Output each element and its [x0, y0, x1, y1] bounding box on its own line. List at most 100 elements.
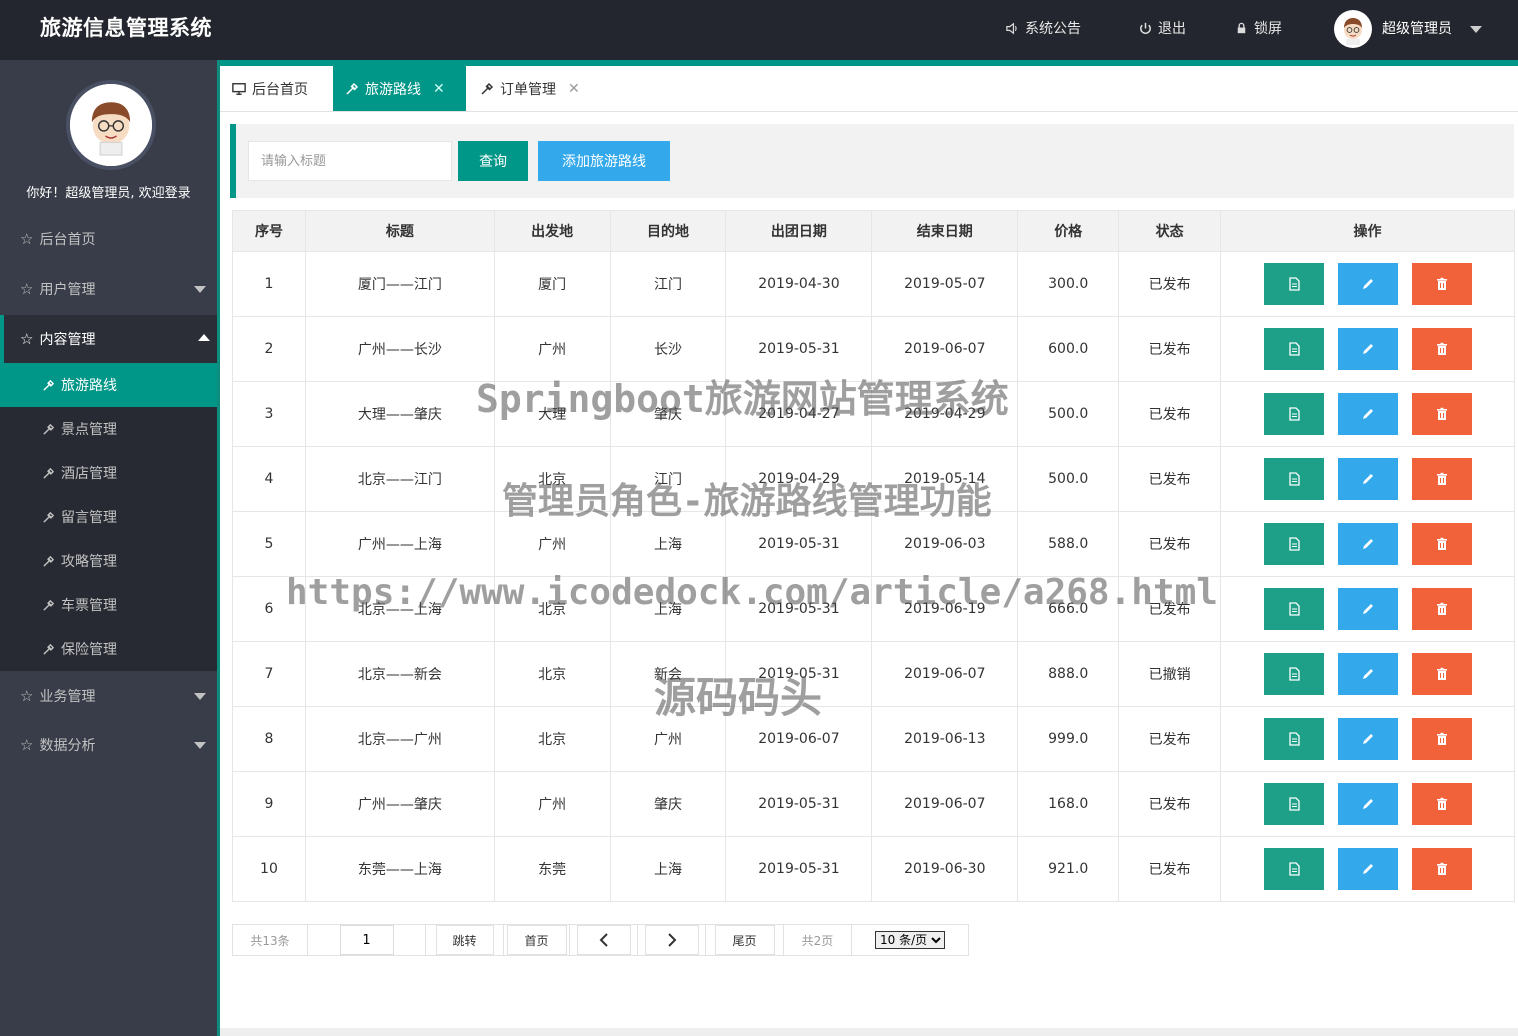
tab-orders[interactable]: 订单管理 ✕: [468, 66, 592, 111]
chevron-down-icon[interactable]: [1470, 26, 1482, 33]
tab-home[interactable]: 后台首页: [220, 66, 320, 111]
table-body: 1 厦门——江门 厦门 江门 2019-04-30 2019-05-07 300.0 已发布 2…: [232, 251, 1515, 902]
routes-table: 序号 标题 出发地 目的地 出团日期 结束日期 价格 状态 操作 1 厦门——江门 厦门 江门 2019…: [232, 210, 1515, 902]
sidebar-subitem-scenic[interactable]: 景点管理: [0, 407, 217, 451]
search-input[interactable]: [248, 141, 452, 181]
sidebar-subitem-messages[interactable]: 留言管理: [0, 495, 217, 539]
table-cell: 北京: [493, 446, 611, 512]
edit-button[interactable]: [1337, 653, 1398, 695]
close-icon[interactable]: ✕: [433, 81, 445, 97]
table-cell: 2019-06-07: [871, 316, 1019, 382]
sidebar-subitem-routes[interactable]: 旅游路线: [0, 363, 217, 407]
table-header-row: 序号 标题 出发地 目的地 出团日期 结束日期 价格 状态 操作: [232, 210, 1515, 252]
pencil-icon: [1362, 474, 1373, 484]
view-button[interactable]: [1263, 393, 1324, 435]
table-cell: 2019-05-31: [725, 836, 873, 902]
page-size-select[interactable]: 10 条/页: [875, 931, 945, 949]
delete-button[interactable]: [1411, 393, 1472, 435]
edit-button[interactable]: [1337, 328, 1398, 370]
delete-button[interactable]: [1411, 783, 1472, 825]
jump-button[interactable]: 跳转: [435, 925, 494, 955]
delete-button[interactable]: [1411, 848, 1472, 890]
delete-button[interactable]: [1411, 653, 1472, 695]
delete-button[interactable]: [1411, 718, 1472, 760]
table-row: 6 北京——上海 北京 上海 2019-05-31 2019-06-19 666.0 已发布: [232, 576, 1515, 642]
sidebar-item-home[interactable]: ☆ 后台首页: [0, 216, 217, 262]
table-cell: 广州: [493, 511, 611, 577]
view-button[interactable]: [1263, 783, 1324, 825]
document-icon: [1288, 602, 1300, 616]
close-icon[interactable]: ✕: [568, 81, 580, 97]
announcement-link[interactable]: 系统公告: [1005, 18, 1081, 38]
first-page-button[interactable]: 首页: [506, 925, 567, 955]
view-button[interactable]: [1263, 718, 1324, 760]
query-button[interactable]: 查询: [458, 141, 528, 181]
table-cell: 2019-04-27: [725, 381, 873, 447]
sidebar-subitem-label: 留言管理: [61, 510, 117, 526]
delete-button[interactable]: [1411, 458, 1472, 500]
edit-button[interactable]: [1337, 588, 1398, 630]
sidebar-subitem-label: 旅游路线: [61, 378, 117, 394]
table-cell: 2019-05-31: [725, 511, 873, 577]
edit-button[interactable]: [1337, 523, 1398, 565]
trash-icon: [1436, 797, 1447, 810]
view-button[interactable]: [1263, 588, 1324, 630]
trash-icon: [1436, 407, 1447, 420]
sidebar-subitem-tickets[interactable]: 车票管理: [0, 583, 217, 627]
view-button[interactable]: [1263, 653, 1324, 695]
table-cell: 6: [232, 576, 306, 642]
document-icon: [1288, 732, 1300, 746]
prev-page-button[interactable]: [576, 925, 631, 955]
tab-routes[interactable]: 旅游路线 ✕: [333, 66, 466, 111]
table-cell: 已发布: [1118, 446, 1222, 512]
lock-screen-link[interactable]: 锁屏: [1234, 18, 1282, 38]
sidebar-avatar: [66, 80, 156, 170]
edit-button[interactable]: [1337, 848, 1398, 890]
action-group: [1221, 328, 1514, 370]
pencil-icon: [1362, 864, 1373, 874]
total-pages: 共2页: [784, 925, 852, 955]
view-button[interactable]: [1263, 328, 1324, 370]
delete-button[interactable]: [1411, 263, 1472, 305]
sidebar-item-business[interactable]: ☆ 业务管理: [0, 673, 217, 719]
table-cell: 新会: [609, 641, 727, 707]
sidebar-item-users[interactable]: ☆ 用户管理: [0, 266, 217, 312]
edit-button[interactable]: [1337, 393, 1398, 435]
table-cell: 888.0: [1017, 641, 1120, 707]
sidebar: 你好！超级管理员, 欢迎登录 ☆ 后台首页 ☆ 用户管理 ☆ 内容管理 旅游路线…: [0, 60, 217, 1036]
edit-button[interactable]: [1337, 458, 1398, 500]
view-button[interactable]: [1263, 848, 1324, 890]
sidebar-subitem-insurance[interactable]: 保险管理: [0, 627, 217, 671]
logout-link[interactable]: 退出: [1138, 18, 1186, 38]
edit-button[interactable]: [1337, 783, 1398, 825]
edit-button[interactable]: [1337, 263, 1398, 305]
next-page-button[interactable]: [644, 925, 699, 955]
sidebar-item-content[interactable]: ☆ 内容管理: [0, 315, 217, 363]
user-name[interactable]: 超级管理员: [1382, 18, 1452, 38]
action-group: [1221, 848, 1514, 890]
row-actions: [1220, 316, 1515, 382]
pencil-icon: [1362, 409, 1373, 419]
delete-button[interactable]: [1411, 588, 1472, 630]
chevron-down-icon: [194, 693, 206, 700]
sidebar-item-analytics[interactable]: ☆ 数据分析: [0, 722, 217, 768]
view-button[interactable]: [1263, 263, 1324, 305]
sidebar-item-label: 后台首页: [39, 232, 96, 248]
add-route-button[interactable]: 添加旅游路线: [538, 141, 670, 181]
table-cell: 上海: [609, 576, 727, 642]
edit-button[interactable]: [1337, 718, 1398, 760]
sidebar-subitem-hotel[interactable]: 酒店管理: [0, 451, 217, 495]
table-cell: 北京——江门: [304, 446, 495, 512]
avatar[interactable]: [1334, 10, 1372, 48]
document-icon: [1288, 797, 1300, 811]
view-button[interactable]: [1263, 458, 1324, 500]
delete-button[interactable]: [1411, 523, 1472, 565]
last-page-button[interactable]: 尾页: [714, 925, 775, 955]
action-group: [1221, 263, 1514, 305]
view-button[interactable]: [1263, 523, 1324, 565]
trash-icon: [1436, 862, 1447, 875]
page-number-input[interactable]: [339, 925, 394, 955]
table-cell: 2019-05-31: [725, 771, 873, 837]
sidebar-subitem-guides[interactable]: 攻略管理: [0, 539, 217, 583]
delete-button[interactable]: [1411, 328, 1472, 370]
